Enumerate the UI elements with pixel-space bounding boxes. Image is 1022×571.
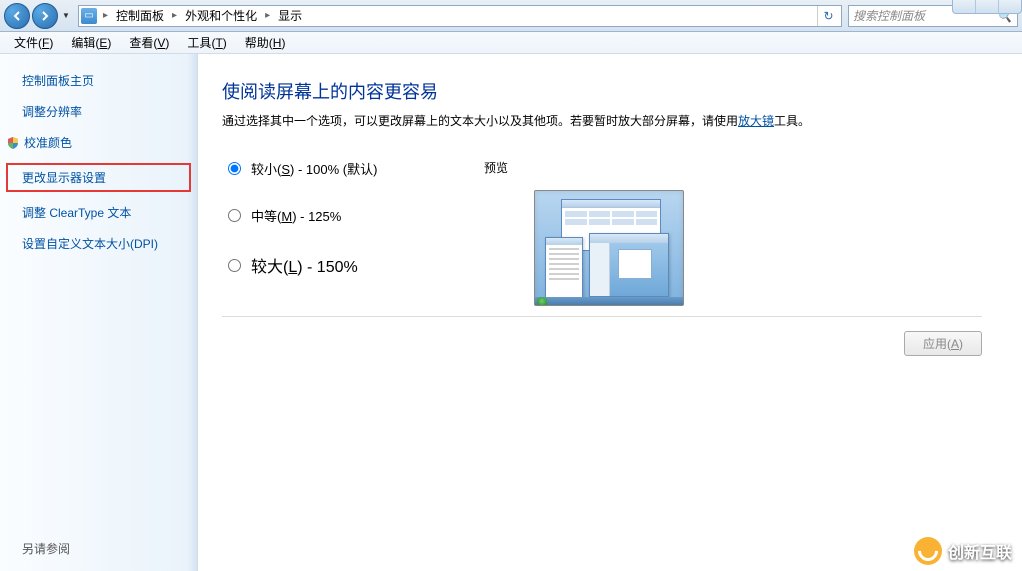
chevron-right-icon[interactable]: ▸ [101, 10, 110, 21]
page-title: 使阅读屏幕上的内容更容易 [222, 78, 982, 104]
menu-edit[interactable]: 编辑(E) [63, 32, 119, 53]
navigation-bar: ▼ ▭ ▸ 控制面板 ▸ 外观和个性化 ▸ 显示 ↻ 搜索控制面板 🔍 [0, 0, 1022, 32]
apply-button[interactable]: 应用(A) [904, 331, 982, 356]
address-bar[interactable]: ▭ ▸ 控制面板 ▸ 外观和个性化 ▸ 显示 ↻ [78, 5, 842, 27]
preview-label: 预览 [482, 159, 982, 176]
breadcrumb-item[interactable]: 外观和个性化 [181, 7, 261, 24]
breadcrumb: ▸ 控制面板 ▸ 外观和个性化 ▸ 显示 [101, 7, 306, 24]
sidebar: 控制面板主页 调整分辨率 校准颜色 更改显示器设置 调整 ClearType 文… [0, 54, 198, 571]
radio-option-large[interactable]: 较大(L) - 150% [222, 253, 482, 277]
history-dropdown-icon[interactable]: ▼ [60, 6, 72, 26]
chevron-right-icon[interactable]: ▸ [170, 10, 179, 21]
menu-help[interactable]: 帮助(H) [237, 32, 294, 53]
radio-large-input[interactable] [228, 259, 241, 272]
radio-option-small[interactable]: 较小(S) - 100% (默认) [222, 159, 482, 178]
window-controls[interactable] [952, 0, 1022, 14]
forward-button[interactable] [32, 3, 58, 29]
refresh-button[interactable]: ↻ [817, 6, 839, 26]
sidebar-item-dpi[interactable]: 设置自定义文本大小(DPI) [0, 233, 197, 254]
back-button[interactable] [4, 3, 30, 29]
sidebar-item-display-settings[interactable]: 更改显示器设置 [6, 163, 191, 192]
radio-option-medium[interactable]: 中等(M) - 125% [222, 206, 482, 225]
watermark-text: 创新互联 [948, 539, 1012, 563]
sidebar-footer: 另请参阅 [0, 540, 197, 571]
content-area: 使阅读屏幕上的内容更容易 通过选择其中一个选项，可以更改屏幕上的文本大小以及其他… [198, 54, 1022, 571]
watermark: 创新互联 [914, 537, 1012, 565]
radio-medium-input[interactable] [228, 209, 241, 222]
sidebar-item-calibrate[interactable]: 校准颜色 [0, 132, 197, 153]
location-icon: ▭ [81, 8, 97, 24]
menu-tools[interactable]: 工具(T) [179, 32, 234, 53]
search-placeholder: 搜索控制面板 [853, 7, 925, 24]
page-description: 通过选择其中一个选项，可以更改屏幕上的文本大小以及其他项。若要暂时放大部分屏幕，… [222, 112, 982, 131]
menu-view[interactable]: 查看(V) [121, 32, 177, 53]
menu-bar: 文件(F) 编辑(E) 查看(V) 工具(T) 帮助(H) [0, 32, 1022, 54]
shield-icon [6, 136, 20, 150]
watermark-icon [914, 537, 942, 565]
breadcrumb-item[interactable]: 显示 [274, 7, 306, 24]
radio-small-input[interactable] [228, 162, 241, 175]
divider [222, 316, 982, 317]
sidebar-item-home[interactable]: 控制面板主页 [0, 70, 197, 91]
sidebar-item-resolution[interactable]: 调整分辨率 [0, 101, 197, 122]
preview-image [534, 190, 684, 306]
breadcrumb-item[interactable]: 控制面板 [112, 7, 168, 24]
magnifier-link[interactable]: 放大镜 [738, 114, 774, 128]
chevron-right-icon[interactable]: ▸ [263, 10, 272, 21]
menu-file[interactable]: 文件(F) [6, 32, 61, 53]
sidebar-item-cleartype[interactable]: 调整 ClearType 文本 [0, 202, 197, 223]
